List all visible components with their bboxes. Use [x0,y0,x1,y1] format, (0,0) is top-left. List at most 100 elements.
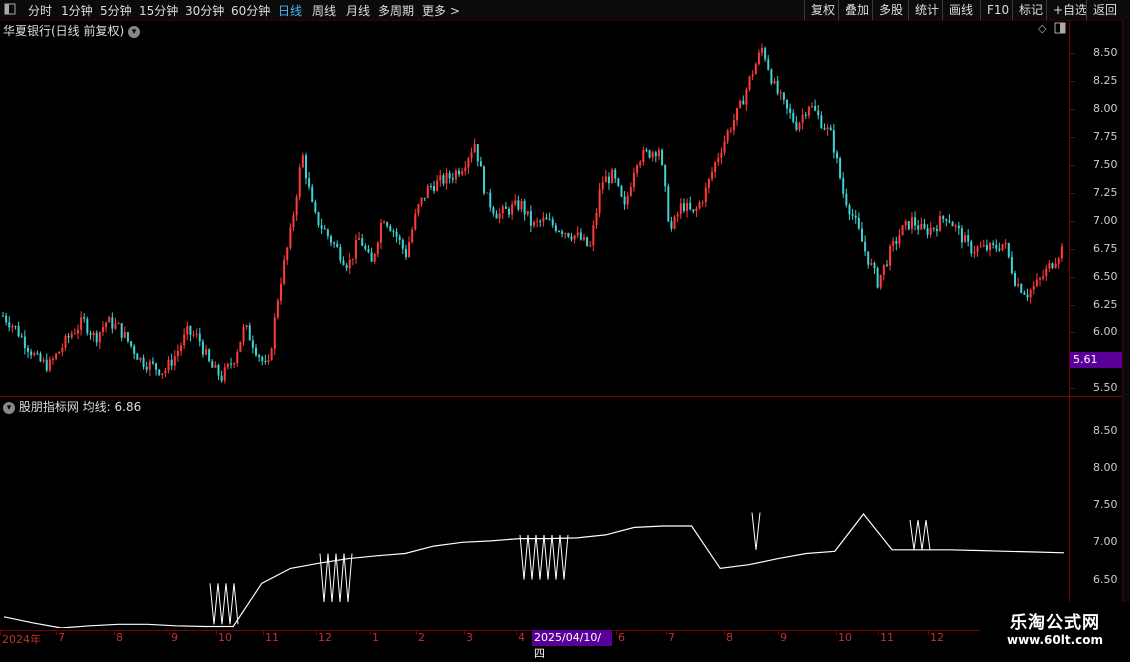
ma-spike [209,583,239,625]
candle-body [857,217,860,229]
candle-body [729,130,732,132]
period-item[interactable]: 周线 [312,2,336,19]
fuquan-button[interactable]: 复权 [804,0,841,20]
period-item[interactable]: 1分钟 [61,2,93,19]
candle-body [714,162,717,173]
candle-body [326,229,329,237]
y-tick-label: 7.25 [1093,185,1118,199]
candle-body [320,225,323,229]
candle-body [882,264,885,275]
candle-body [173,356,176,366]
draw-line-button[interactable]: 画线 [942,0,979,20]
y-tick-mark [1070,276,1075,278]
candle-body [426,186,429,199]
candle-body [829,127,832,131]
candle-body [564,233,567,235]
candle-body [233,363,236,365]
candle-body [314,201,317,213]
candle-body [732,120,735,131]
candle-body [889,246,892,266]
candle-body [214,364,217,368]
x-tick-mark [616,630,617,635]
candle-body [420,197,423,205]
indicator-chart[interactable] [0,412,1068,628]
period-item[interactable]: 月线 [346,2,370,19]
candle-body [264,361,267,363]
candle-body [492,207,495,214]
candle-body [620,185,623,197]
period-item[interactable]: 30分钟 [185,2,224,19]
candle-body [479,161,482,167]
candle-body [461,171,464,175]
back-button[interactable]: 返回 [1086,0,1123,20]
y-tick-mark [1070,332,1075,334]
indicator-y-tick-label: 8.00 [1093,460,1118,474]
candle-body [408,242,411,258]
candle-body [520,200,523,210]
x-tick-label: 2024年 [2,633,41,646]
candle-body [342,260,345,265]
candle-body [657,149,660,157]
x-tick-label: 8 [116,631,123,644]
multi-stock-button[interactable]: 多股 [872,0,909,20]
x-tick-mark [464,630,465,635]
candle-body [848,205,851,215]
watermark-logo: 乐淘公式网 www.60lt.com [980,602,1130,650]
candle-body [42,359,45,362]
period-item[interactable]: 60分钟 [231,2,270,19]
candle-body [139,357,142,360]
candle-body [142,357,145,367]
candle-body [1007,243,1010,257]
candle-body [411,229,414,243]
candle-body [1023,292,1026,295]
candle-body [807,106,810,116]
candle-body [89,333,92,336]
period-item[interactable]: 多周期 [378,2,414,19]
watermark-line1: 乐淘公式网 [1010,613,1100,633]
candle-body [707,178,710,188]
candle-body [576,232,579,236]
period-item[interactable]: 5分钟 [100,2,132,19]
candle-body [498,213,501,219]
period-item[interactable]: 分时 [28,2,52,19]
candle-body [1039,278,1042,280]
candle-body [786,99,789,109]
mark-button[interactable]: 标记 [1012,0,1049,20]
side-panel-strip[interactable] [1122,20,1130,630]
pane-divider [0,396,1122,397]
candle-body [792,112,795,122]
more-menu[interactable]: 更多 > [422,2,460,19]
candle-body [998,248,1001,251]
x-tick-mark [370,630,371,635]
candle-body [386,222,389,227]
candle-body [695,208,698,212]
candle-body [86,318,89,334]
candle-body [195,333,198,335]
stats-button[interactable]: 统计 [908,0,945,20]
panel-toggle-icon[interactable] [1054,22,1066,37]
candle-body [164,370,167,374]
candle-body [158,369,161,375]
candle-body [1020,284,1023,293]
candle-body [682,203,685,212]
candle-body [67,335,70,338]
period-item-active[interactable]: 日线 [278,2,302,19]
layout-icon[interactable] [4,3,16,18]
candle-body [1029,289,1032,298]
candle-body [433,186,436,191]
candle-body [401,239,404,249]
candle-body [451,178,454,180]
diamond-icon[interactable]: ◇ [1038,22,1046,35]
candle-body [1051,263,1054,268]
x-tick-mark [316,630,317,635]
x-tick-mark [778,630,779,635]
candlestick-chart[interactable] [0,36,1068,394]
candle-body [604,176,607,183]
y-tick-mark [1070,304,1075,306]
overlay-button[interactable]: 叠加 [838,0,875,20]
candle-body [248,325,251,341]
candle-body [939,216,942,232]
x-tick-label: 10 [838,631,852,644]
f10-button[interactable]: F10 [980,0,1015,20]
period-item[interactable]: 15分钟 [139,2,178,19]
